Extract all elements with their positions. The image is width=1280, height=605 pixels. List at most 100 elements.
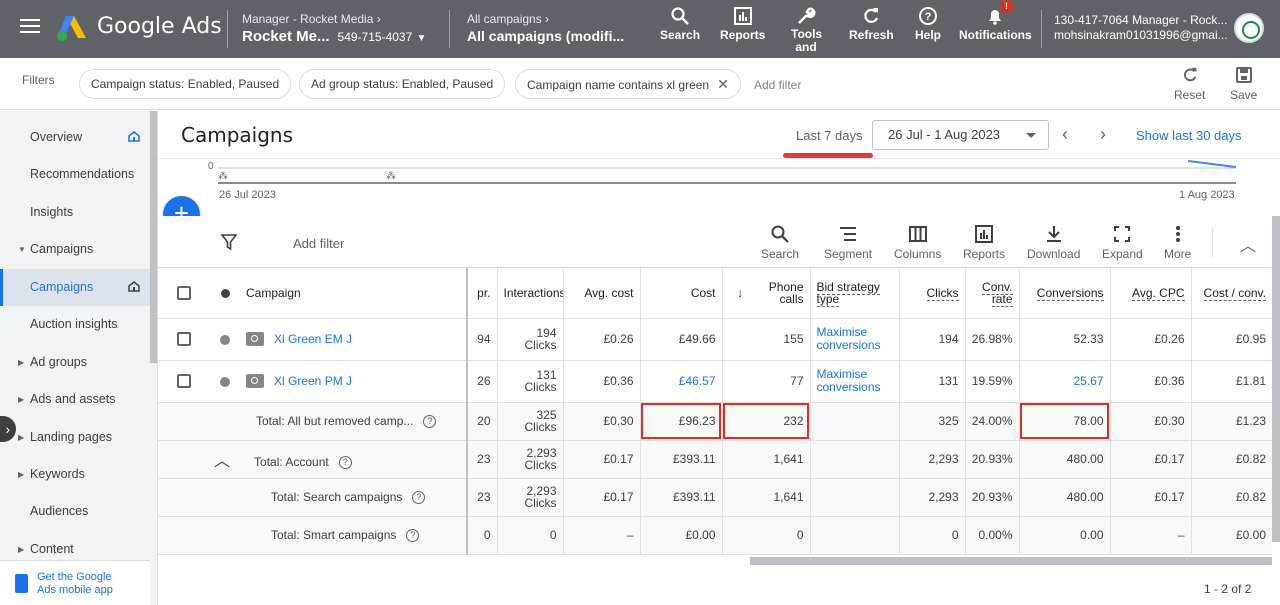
bid-strategy-cell[interactable]: Maximise conversions xyxy=(810,318,900,361)
search-button[interactable]: Search xyxy=(660,6,700,42)
total-name-cell: Total: All but removed camp...? xyxy=(158,402,468,441)
select-all-checkbox[interactable] xyxy=(177,286,191,301)
sidebar-item-ads-and-assets[interactable]: ▶ Ads and assets xyxy=(0,381,150,418)
cell-unit: Clicks xyxy=(524,338,557,352)
conv-rate-cell: 26.98% xyxy=(965,318,1020,361)
help-icon[interactable]: ? xyxy=(338,456,352,470)
download-button[interactable]: Download xyxy=(1027,224,1080,261)
user-account-info[interactable]: 130-417-7064 Manager - Rock... mohsinakr… xyxy=(1054,13,1228,43)
header-interactions[interactable]: Interactions xyxy=(497,268,564,319)
header-clicks[interactable]: Clicks xyxy=(899,268,966,319)
help-icon[interactable]: ? xyxy=(412,491,426,505)
close-icon[interactable]: ✕ xyxy=(717,76,729,92)
sidebar-scrollbar[interactable] xyxy=(150,111,157,363)
row-status-cell xyxy=(210,318,240,361)
columns-button[interactable]: Columns xyxy=(894,224,941,261)
collapse-toolbar-button[interactable]: ︿ xyxy=(1240,232,1256,256)
more-button[interactable]: More xyxy=(1164,224,1191,261)
header-bid-strategy[interactable]: Bid strategy type xyxy=(810,268,900,319)
header-phone-calls[interactable]: Phone calls xyxy=(758,268,811,319)
segment-button[interactable]: Segment xyxy=(824,224,872,261)
sidebar-item-keywords[interactable]: ▶ Keywords xyxy=(0,456,150,493)
header-impressions[interactable]: pr. xyxy=(467,268,498,319)
header-conv-rate[interactable]: Conv. rate xyxy=(965,268,1020,319)
add-filter-button[interactable]: Add filter xyxy=(293,236,344,251)
table-row[interactable]: Xl Green EM J 94 194 Clicks £0.26 £49.66 … xyxy=(158,318,1272,361)
paused-status-icon[interactable] xyxy=(220,334,230,345)
help-icon[interactable]: ? xyxy=(423,415,437,429)
row-select-cell xyxy=(158,360,210,403)
filter-chip-campaign-name[interactable]: Campaign name contains xl green ✕ xyxy=(515,69,741,99)
header-label: calls xyxy=(779,291,804,306)
header-conversions[interactable]: Conversions xyxy=(1019,268,1111,319)
vertical-scrollbar[interactable] xyxy=(1272,216,1280,542)
sort-cell: ↓ xyxy=(722,268,758,319)
campaign-link[interactable]: Xl Green EM J xyxy=(274,332,352,346)
reports-button[interactable]: Reports xyxy=(720,6,765,42)
header-avg-cpc[interactable]: Avg. CPC xyxy=(1110,268,1192,319)
clicks-cell: 131 xyxy=(899,360,966,403)
header-label: Conversions xyxy=(1036,285,1104,301)
next-period-button[interactable]: › xyxy=(1100,124,1106,145)
account-switcher[interactable]: Manager - Rocket Media › Rocket Me... 549… xyxy=(242,12,426,45)
phone-calls-cell: 0 xyxy=(722,516,811,555)
save-button[interactable]: Save xyxy=(1230,66,1257,102)
notifications-button[interactable]: Notifications xyxy=(959,6,1032,42)
header-cost-per-conv[interactable]: Cost / conv. xyxy=(1191,268,1272,319)
filter-chip-campaign-status[interactable]: Campaign status: Enabled, Paused xyxy=(79,69,292,99)
table-row[interactable]: Xl Green PM J 26 131 Clicks £0.36 £46.57 … xyxy=(158,360,1272,403)
avatar[interactable] xyxy=(1234,13,1264,43)
sidebar-item-audiences[interactable]: Audiences xyxy=(0,493,150,530)
conversions-cell[interactable]: 25.67 xyxy=(1019,360,1111,403)
filter-chip-ad-group-status[interactable]: Ad group status: Enabled, Paused xyxy=(299,69,506,99)
campaign-switcher[interactable]: All campaigns › All campaigns (modifi... xyxy=(467,12,624,44)
date-preset-label[interactable]: Last 7 days xyxy=(796,128,863,143)
refresh-button[interactable]: Refresh xyxy=(849,6,894,42)
row-checkbox[interactable] xyxy=(177,374,191,389)
table-reports-button[interactable]: Reports xyxy=(963,224,1005,261)
sidebar-item-campaigns-group[interactable]: ▼ Campaigns xyxy=(0,231,150,268)
date-range-picker[interactable]: 26 Jul - 1 Aug 2023 xyxy=(872,120,1049,150)
clicks-cell: 325 xyxy=(899,402,966,441)
bid-strategy-link[interactable]: conversions xyxy=(817,380,881,394)
paused-status-icon[interactable] xyxy=(220,376,230,387)
horizontal-scrollbar[interactable] xyxy=(750,557,1272,565)
divider xyxy=(1041,10,1042,48)
bid-strategy-cell[interactable]: Maximise conversions xyxy=(810,360,900,403)
columns-icon xyxy=(908,226,927,242)
bid-strategy-link[interactable]: conversions xyxy=(817,338,881,352)
add-filter-link[interactable]: Add filter xyxy=(754,78,801,92)
sidebar-item-auction-insights[interactable]: Auction insights xyxy=(0,306,150,343)
bid-strategy-link[interactable]: Maximise xyxy=(817,367,868,381)
table-search-button[interactable]: Search xyxy=(761,224,799,261)
header-avg-cost[interactable]: Avg. cost xyxy=(563,268,641,319)
header-campaign[interactable]: Campaign xyxy=(240,268,468,319)
cost-cell[interactable]: £46.57 xyxy=(640,360,723,403)
sidebar-item-label: Ad groups xyxy=(30,355,87,369)
filter-icon[interactable] xyxy=(221,234,237,250)
chevron-up-icon[interactable]: ︿ xyxy=(214,453,230,470)
reset-button[interactable]: Reset xyxy=(1174,66,1205,102)
sidebar-item-overview[interactable]: Overview xyxy=(0,119,150,156)
header-cost[interactable]: Cost xyxy=(640,268,723,319)
sidebar-item-ad-groups[interactable]: ▶ Ad groups xyxy=(0,344,150,381)
show-last-30-days-link[interactable]: Show last 30 days xyxy=(1136,128,1242,143)
avg-cpc-cell: £0.17 xyxy=(1110,440,1192,479)
mobile-app-link[interactable]: Get the Google Ads mobile app xyxy=(0,560,150,605)
sidebar-item-campaigns[interactable]: Campaigns xyxy=(0,269,150,306)
tools-button[interactable]: Tools and xyxy=(791,6,822,54)
help-icon[interactable]: ? xyxy=(406,529,420,543)
sidebar-item-landing-pages[interactable]: ▶ Landing pages xyxy=(0,419,150,456)
sort-arrow-down-icon[interactable]: ↓ xyxy=(737,286,743,300)
expand-button[interactable]: Expand xyxy=(1102,224,1143,261)
cell-unit: Clicks xyxy=(524,458,557,472)
help-button[interactable]: ? Help xyxy=(915,6,941,42)
previous-period-button[interactable]: ‹ xyxy=(1062,124,1068,145)
row-checkbox[interactable] xyxy=(177,332,191,347)
campaign-link[interactable]: Xl Green PM J xyxy=(274,374,352,388)
sidebar-item-recommendations[interactable]: Recommendations xyxy=(0,156,150,193)
chevron-right-icon: › xyxy=(376,12,381,26)
sidebar-item-insights[interactable]: Insights xyxy=(0,194,150,231)
menu-icon[interactable] xyxy=(20,19,40,39)
bid-strategy-link[interactable]: Maximise xyxy=(817,325,868,339)
